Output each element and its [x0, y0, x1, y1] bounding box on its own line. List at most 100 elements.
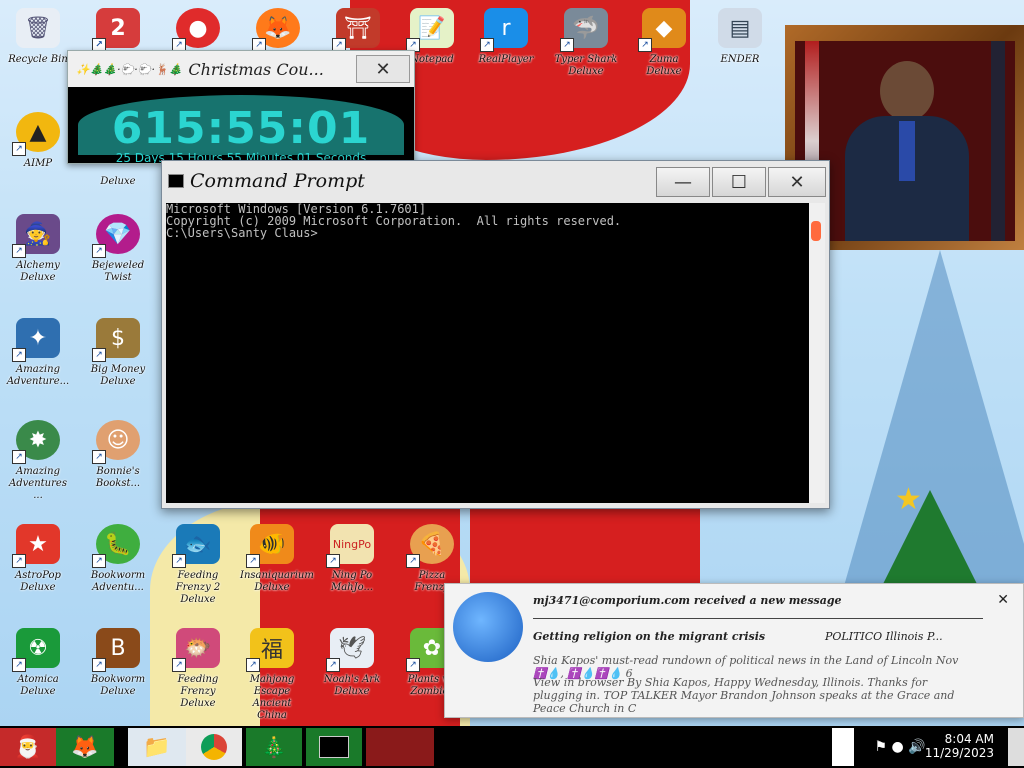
- ender-icon: ▤: [718, 8, 762, 48]
- desktop-icon-2[interactable]: 2 ↗: [86, 8, 150, 52]
- desktop-icon-big-money[interactable]: $ ↗ Big Money Deluxe: [86, 318, 150, 388]
- desktop-icon-zuma[interactable]: ◆ ↗ Zuma Deluxe: [632, 8, 696, 78]
- desktop-icon-ning-po-mahjong[interactable]: NingPo ↗ Ning Po MahJo...: [320, 524, 384, 594]
- desktop-icon-aimp[interactable]: ▲ ↗ AIMP: [6, 112, 70, 170]
- desktop-icon-noahs-ark[interactable]: 🕊 ↗ Noah's Ark Deluxe: [320, 628, 384, 698]
- firefox-icon: 🦊: [71, 734, 99, 760]
- mahjong-tile-icon: NingPo ↗: [326, 524, 374, 568]
- desktop-icon-bejeweled-twist[interactable]: 💎 ↗ Bejeweled Twist: [86, 214, 150, 284]
- clock[interactable]: 8:04 AM 11/29/2023: [925, 732, 994, 760]
- taskbar: 🎅 🦊 📁 🎄 ⚑ ● 🔊 8:04 AM 11/29/2023: [0, 726, 1024, 768]
- desktop-icon-ender[interactable]: ▤ ENDER: [708, 8, 772, 66]
- volume-icon: 🔊: [908, 739, 926, 755]
- command-prompt-window[interactable]: Command Prompt — ☐ ✕ Microsoft Windows […: [161, 160, 830, 509]
- desktop-icon-astropop[interactable]: ★ ↗ AstroPop Deluxe: [6, 524, 70, 594]
- shrine-icon: ⛩ ↗: [332, 8, 380, 52]
- desktop-icon-bookworm-adventures[interactable]: 🐛 ↗ Bookworm Adventu...: [86, 524, 150, 594]
- desktop-icon-bonnies-bookstore[interactable]: ☺ ↗ Bonnie's Bookst...: [86, 420, 150, 490]
- desktop-icon-red-creature[interactable]: ● ↗: [166, 8, 230, 52]
- tray-notepad-icon[interactable]: [832, 728, 854, 766]
- dove-icon: 🕊 ↗: [326, 628, 374, 672]
- folder-icon: 📁: [143, 734, 171, 760]
- desktop-icon-mahjong-escape[interactable]: 福 ↗ Mahjong Escape Ancient China: [240, 628, 304, 722]
- scrollbar-thumb[interactable]: [811, 221, 821, 241]
- system-tray-icons[interactable]: ⚑ ● 🔊: [870, 728, 930, 766]
- desktop-icon-amazing-adventures[interactable]: ✸ ↗ Amazing Adventures ...: [6, 420, 70, 502]
- astropop-icon: ★ ↗: [12, 524, 60, 568]
- notification-preview-2: View in browser By Shia Kapos, Happy Wed…: [533, 676, 955, 715]
- desktop-icon-realplayer[interactable]: r ↗ RealPlayer: [474, 8, 538, 66]
- jewel-icon: 💎 ↗: [92, 214, 140, 258]
- portrait-head: [880, 61, 934, 121]
- notification-header: mj3471@comporium.com received a new mess…: [533, 594, 842, 607]
- globe-compass-icon: ✸ ↗: [12, 420, 60, 464]
- action-center-icon: ⚑: [874, 739, 887, 755]
- desktop-icon-amazing-adventure[interactable]: ✦ ↗ Amazing Adventure...: [6, 318, 70, 388]
- close-icon: ✕: [789, 171, 805, 193]
- cmd-scrollbar[interactable]: [809, 203, 825, 503]
- countdown-close-button[interactable]: ✕: [356, 55, 410, 83]
- firefox-icon: ●: [891, 739, 904, 755]
- desktop-icon-typer-shark[interactable]: 🦈 ↗ Typer Shark Deluxe: [554, 8, 618, 78]
- cmd-console[interactable]: Microsoft Windows [Version 6.1.7601] Cop…: [166, 203, 809, 503]
- close-button[interactable]: ✕: [768, 167, 826, 197]
- maximize-button[interactable]: ☐: [712, 167, 766, 197]
- atomica-icon: ☢ ↗: [12, 628, 60, 672]
- taskbar-thunderbird[interactable]: [366, 728, 434, 766]
- bookworm-icon: 🐛 ↗: [92, 524, 140, 568]
- desktop-icon-deluxe[interactable]: Deluxe: [86, 170, 150, 188]
- aimp-icon: ▲ ↗: [12, 112, 60, 156]
- firefox-icon: 🦊 ↗: [252, 8, 300, 52]
- fish-icon: 🐡 ↗: [172, 628, 220, 672]
- portrait-tie: [899, 121, 915, 181]
- countdown-time: 615:55:01: [111, 103, 371, 154]
- cmd-icon: [319, 736, 349, 758]
- notification-close-button[interactable]: ✕: [997, 592, 1009, 608]
- cmd-icon: [168, 174, 184, 188]
- star-icon: ★: [895, 482, 922, 517]
- desktop-icon-recycle-bin[interactable]: 🗑 Recycle Bin: [6, 8, 70, 66]
- desktop-icon-feeding-frenzy-2[interactable]: 🐟 ↗ Feeding Frenzy 2 Deluxe: [166, 524, 230, 606]
- pizza-icon: 🍕 ↗: [406, 524, 454, 568]
- countdown-display: 615:55:01 25 Days 15 Hours 55 Minutes 01…: [68, 87, 414, 163]
- bonnie-icon: ☺ ↗: [92, 420, 140, 464]
- santa-start-icon: 🎅: [14, 734, 42, 760]
- mahjong-icon: 福 ↗: [246, 628, 294, 672]
- taskbar-cmd[interactable]: [306, 728, 362, 766]
- desktop-icon-feeding-frenzy[interactable]: 🐡 ↗ Feeding Frenzy Deluxe: [166, 628, 230, 710]
- wallpaper-santa-coat-right: [470, 505, 700, 585]
- close-icon: ✕: [375, 58, 391, 80]
- realplayer-icon: r ↗: [480, 8, 528, 52]
- show-desktop-button[interactable]: [1008, 728, 1024, 766]
- thunderbird-icon: [453, 592, 523, 662]
- flag: [991, 41, 1005, 241]
- mail-notification[interactable]: mj3471@comporium.com received a new mess…: [444, 583, 1024, 718]
- start-button[interactable]: 🎅: [0, 728, 56, 766]
- minimize-icon: —: [674, 171, 692, 193]
- desktop-icon-firefox[interactable]: 🦊 ↗: [246, 8, 310, 52]
- cmd-title: Command Prompt: [190, 170, 365, 192]
- desktop-icon-bookworm[interactable]: B ↗ Bookworm Deluxe: [86, 628, 150, 698]
- taskbar-explorer[interactable]: 📁: [128, 728, 186, 766]
- desktop-icon-shrine[interactable]: ⛩ ↗: [326, 8, 390, 52]
- christmas-countdown-window[interactable]: ✨🎄🎄·🐑·🐑·🦌🎄 Christmas Cou... ✕ 615:55:01 …: [67, 50, 415, 164]
- cmd-prompt-line: C:\Users\Santy Claus>: [166, 226, 318, 240]
- desktop-icon-insaniquarium[interactable]: 🐠 ↗ Insaniquarium Deluxe: [240, 524, 314, 594]
- maximize-icon: ☐: [730, 171, 748, 193]
- clock-time: 8:04 AM: [944, 732, 994, 746]
- countdown-title: Christmas Cou...: [188, 59, 324, 79]
- taskbar-chrome[interactable]: [186, 728, 242, 766]
- desktop-icon-alchemy[interactable]: 🧙 ↗ Alchemy Deluxe: [6, 214, 70, 284]
- minimize-button[interactable]: —: [656, 167, 710, 197]
- taskbar-firefox[interactable]: 🦊: [56, 728, 114, 766]
- taskbar-countdown[interactable]: 🎄: [246, 728, 302, 766]
- clock-date: 11/29/2023: [924, 746, 994, 760]
- notification-divider: [533, 618, 983, 619]
- desktop-icon-atomica[interactable]: ☢ ↗ Atomica Deluxe: [6, 628, 70, 698]
- chrome-icon: [201, 734, 227, 760]
- wizard-icon: 🧙 ↗: [12, 214, 60, 258]
- book-icon: B ↗: [92, 628, 140, 672]
- recycle-bin-icon: 🗑: [16, 8, 60, 48]
- fish-icon: 🐟 ↗: [172, 524, 220, 568]
- shark-icon: 🦈 ↗: [560, 8, 608, 52]
